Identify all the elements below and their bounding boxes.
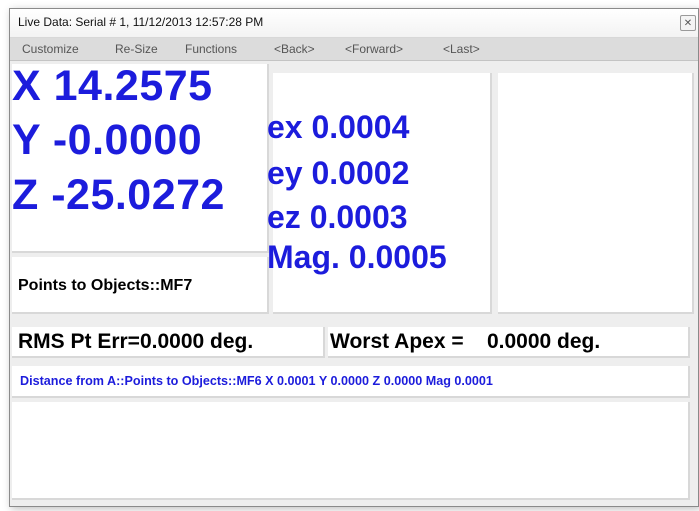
errors-panel: ex 0.0004 ey 0.0002 ez 0.0003 Mag. 0.000… — [267, 73, 492, 314]
y-coordinate: Y -0.0000 — [12, 116, 203, 164]
ez-value: ez 0.0003 — [267, 199, 408, 235]
mag-value: Mag. 0.0005 — [267, 239, 447, 275]
close-icon[interactable]: ✕ — [680, 15, 696, 31]
title-bar[interactable]: Live Data: Serial # 1, 11/12/2013 12:57:… — [10, 9, 698, 38]
empty-panel — [498, 73, 694, 314]
menu-functions[interactable]: Functions — [185, 42, 237, 56]
rms-panel: RMS Pt Err=0.0000 deg. — [12, 327, 325, 358]
menu-forward[interactable]: <Forward> — [345, 42, 403, 56]
ey-value: ey 0.0002 — [267, 155, 410, 191]
distance-readout: Distance from A::Points to Objects::MF6 … — [20, 374, 493, 388]
bottom-panel — [12, 402, 690, 500]
coordinates-panel: X 14.2575 Y -0.0000 Z -25.0272 — [12, 62, 269, 253]
menu-bar: Customize Re-Size Functions <Back> <Forw… — [10, 38, 698, 61]
window-title: Live Data: Serial # 1, 11/12/2013 12:57:… — [18, 15, 264, 29]
worst-apex-panel: Worst Apex = 0.0000 deg. — [328, 327, 690, 358]
menu-customize[interactable]: Customize — [22, 42, 79, 56]
feature-name: Points to Objects::MF7 — [18, 277, 193, 294]
x-coordinate: X 14.2575 — [12, 62, 213, 110]
menu-re-size[interactable]: Re-Size — [115, 42, 158, 56]
rms-error: RMS Pt Err=0.0000 deg. — [18, 330, 254, 353]
live-data-window: Live Data: Serial # 1, 11/12/2013 12:57:… — [9, 8, 699, 507]
distance-panel: Distance from A::Points to Objects::MF6 … — [12, 366, 690, 398]
z-coordinate: Z -25.0272 — [12, 171, 225, 219]
menu-back[interactable]: <Back> — [274, 42, 315, 56]
feature-name-panel: Points to Objects::MF7 — [12, 257, 269, 314]
ex-value: ex 0.0004 — [267, 109, 410, 145]
menu-last[interactable]: <Last> — [443, 42, 480, 56]
worst-apex: Worst Apex = 0.0000 deg. — [330, 330, 601, 353]
